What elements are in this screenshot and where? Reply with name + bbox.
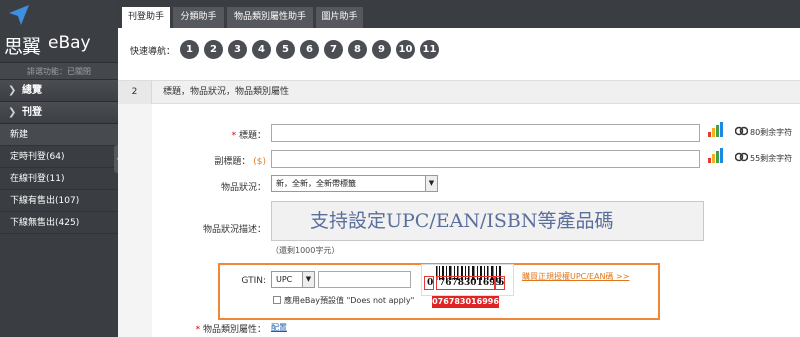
gtin-help-link[interactable]: 購買正規授權UPC/EAN碼 >>: [522, 271, 629, 282]
barcode-highlight-middle: [436, 276, 495, 290]
quick-nav-step[interactable]: 9: [372, 40, 391, 59]
chevron-right-icon: ❯: [8, 107, 17, 118]
chevron-down-icon: ▼: [302, 272, 314, 287]
chevron-down-icon: ▼: [425, 176, 437, 191]
quick-nav: 快速導航： 1 2 3 4 5 6 7 8 9 10 11: [118, 28, 800, 72]
tab-bar: 刊登助手 分類助手 物品類別屬性助手 圖片助手: [118, 0, 800, 28]
gtin-default-checkbox-label: 應用eBay預設值 "Does not apply": [284, 296, 415, 305]
sidebar-section-overview[interactable]: ❯ 總覽: [0, 80, 118, 102]
tab-category-helper[interactable]: 分類助手: [173, 7, 224, 28]
quick-nav-step[interactable]: 6: [300, 40, 319, 59]
paper-plane-icon: [9, 5, 29, 25]
quick-nav-label: 快速導航：: [130, 47, 176, 57]
gtin-type-value: UPC: [276, 275, 293, 284]
sidebar-item-ended-sold[interactable]: 下線有售出(107): [0, 190, 118, 212]
required-mark: *: [195, 325, 201, 335]
gtin-label: GTIN:: [241, 276, 266, 286]
title-input[interactable]: [271, 124, 700, 142]
sidebar-item-scheduled[interactable]: 定時刊登(64): [0, 146, 118, 168]
subtitle-remaining-count: 55剩余字符: [750, 154, 793, 163]
character-count-icon: [735, 152, 748, 162]
bar-chart-icon[interactable]: [707, 122, 724, 138]
quick-nav-step[interactable]: 7: [324, 40, 343, 59]
function-status: 誹選功能：已關閉: [0, 62, 118, 80]
tab-item-specifics-helper[interactable]: 物品類別屬性助手: [227, 7, 313, 28]
brand-en: eBay: [48, 33, 91, 53]
quick-nav-step[interactable]: 3: [228, 40, 247, 59]
category-attr-config-link[interactable]: 配置: [271, 322, 287, 333]
quick-nav-step[interactable]: 11: [420, 40, 439, 59]
quick-nav-step[interactable]: 10: [396, 40, 415, 59]
sidebar-section-label: 刊登: [22, 107, 42, 118]
quick-nav-step[interactable]: 8: [348, 40, 367, 59]
gtin-input[interactable]: [318, 271, 411, 288]
section-number: 2: [118, 81, 152, 104]
sidebar: 思翼 eBay 誹選功能：已關閉 ❯ 總覽 ❯ 刊登 新建 定時刊登(64) 在…: [0, 0, 118, 337]
quick-nav-step[interactable]: 5: [276, 40, 295, 59]
section-gutter: [118, 104, 152, 337]
condition-select-value: 新，全新，全新帶標籤: [276, 179, 356, 188]
title-label: * 標題：: [200, 128, 266, 141]
section-header: 2 標題，物品狀況，物品類別屬性: [118, 80, 800, 104]
gtin-default-checkbox[interactable]: [273, 296, 281, 304]
quick-nav-step[interactable]: 4: [252, 40, 271, 59]
bar-chart-icon[interactable]: [707, 148, 724, 164]
character-count-icon: [735, 126, 748, 136]
subtitle-label-text: 副標題：: [214, 157, 251, 167]
logo: 思翼 eBay: [0, 0, 118, 62]
sidebar-section-label: 總覽: [22, 85, 42, 96]
condition-desc-label: 物品狀況描述：: [202, 225, 266, 235]
subtitle-label: 副標題： ($): [200, 154, 266, 167]
sidebar-item-new[interactable]: 新建: [0, 124, 118, 146]
chevron-right-icon: ❯: [8, 85, 17, 96]
category-attr-label-text: 物品類別屬性：: [202, 325, 266, 335]
tab-listing-helper[interactable]: 刊登助手: [122, 7, 170, 28]
tab-image-helper[interactable]: 圖片助手: [316, 7, 363, 28]
subtitle-fee: ($): [253, 157, 266, 167]
barcode-full-number: 076783016996: [432, 296, 499, 308]
title-label-text: 標題：: [238, 131, 266, 141]
barcode-highlight-left: [424, 276, 434, 290]
sidebar-item-ended-unsold[interactable]: 下線無售出(425): [0, 212, 118, 234]
sidebar-section-listing[interactable]: ❯ 刊登: [0, 102, 118, 124]
category-attr-label: * 物品類別屬性：: [180, 322, 266, 335]
condition-label: 物品狀況：: [220, 183, 266, 193]
quick-nav-step[interactable]: 2: [204, 40, 223, 59]
required-mark: *: [231, 131, 237, 141]
sidebar-item-online[interactable]: 在線刊登(11): [0, 168, 118, 190]
subtitle-input[interactable]: [271, 150, 700, 168]
brand-cn: 思翼: [4, 36, 41, 58]
desc-remaining-count: （還剩1000字元）: [271, 246, 340, 255]
condition-select[interactable]: 新，全新，全新帶標籤 ▼: [271, 175, 438, 192]
gtin-type-select[interactable]: UPC ▼: [271, 271, 315, 288]
section-title: 標題，物品狀況，物品類別屬性: [163, 87, 290, 97]
overlay-caption: 支持設定UPC/EAN/ISBN等產品碼: [310, 210, 614, 232]
barcode-highlight-right: [495, 276, 505, 290]
title-remaining-count: 80剩余字符: [750, 128, 793, 137]
quick-nav-step[interactable]: 1: [180, 40, 199, 59]
